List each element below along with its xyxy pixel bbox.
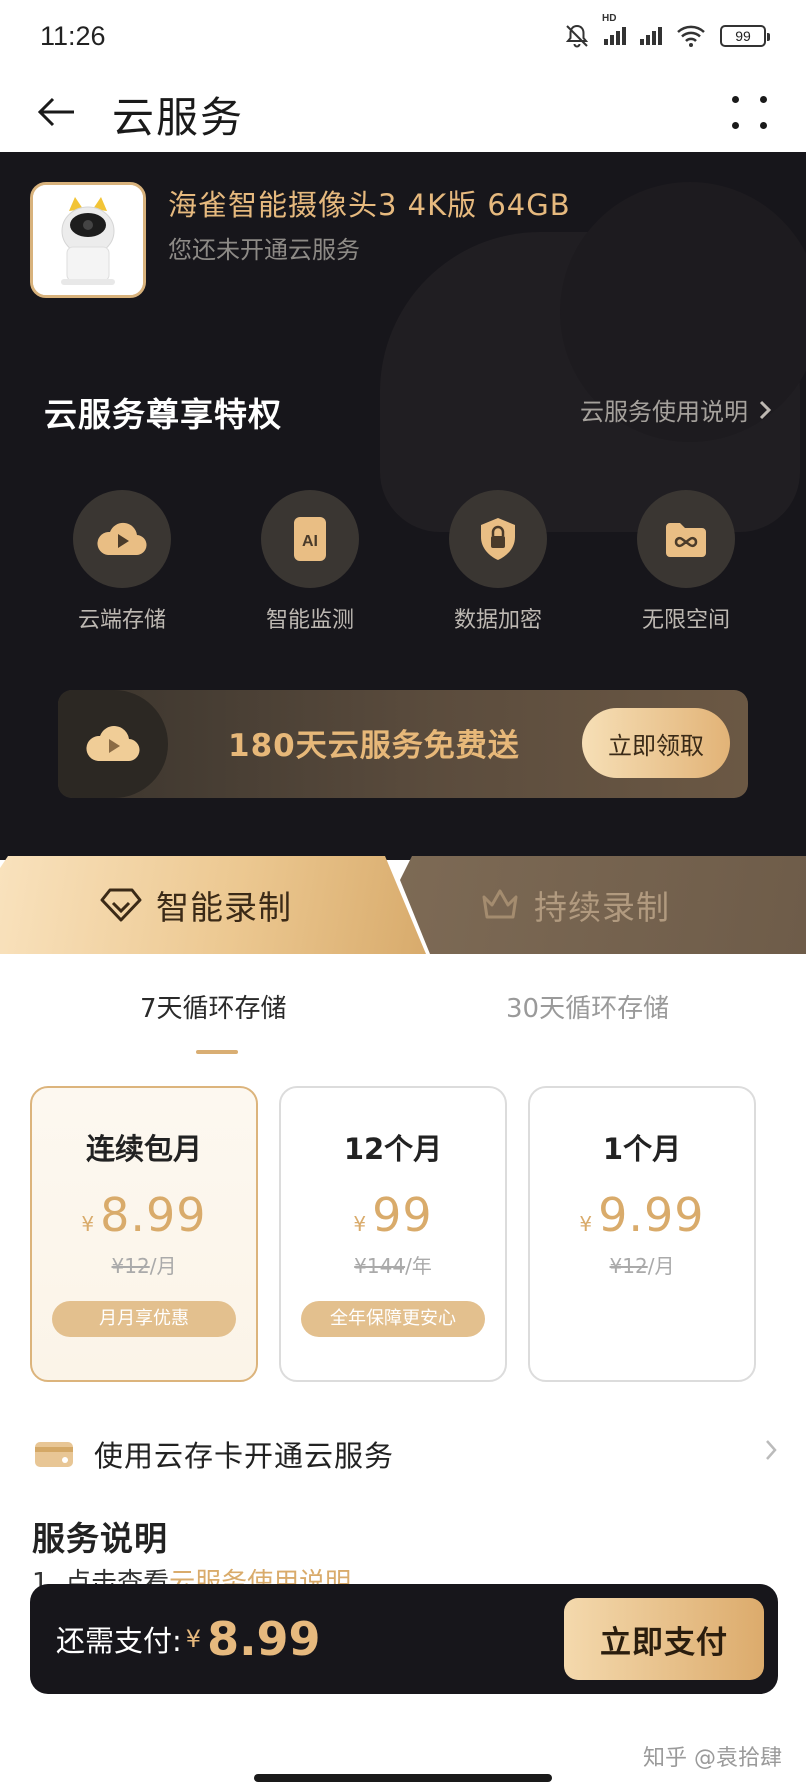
cloud-card-activation-row[interactable]: 使用云存卡开通云服务 xyxy=(34,1426,778,1482)
battery-icon: 99 xyxy=(720,25,770,47)
device-thumbnail xyxy=(30,182,146,298)
device-status: 您还未开通云服务 xyxy=(168,236,360,264)
payment-bar: 还需支付: ¥ 8.99 立即支付 xyxy=(30,1584,778,1694)
cloud-card-label: 使用云存卡开通云服务 xyxy=(94,1439,395,1473)
dot-icon xyxy=(760,96,767,103)
amount-due-label: 还需支付: xyxy=(56,1624,182,1658)
camera-image-icon xyxy=(33,185,143,295)
tab-30-day-storage[interactable]: 30天循环存储 xyxy=(506,988,669,1025)
svg-text:AI: AI xyxy=(302,533,318,550)
feature-smart-detect[interactable]: AI 智能监测 xyxy=(230,490,390,634)
usage-guide-link[interactable]: 云服务使用说明 xyxy=(580,392,772,427)
tab-7-day-storage[interactable]: 7天循环存储 xyxy=(140,988,287,1025)
feature-label: 数据加密 xyxy=(453,608,542,633)
hd-signal-icon: HD xyxy=(602,13,626,45)
ai-icon: AI xyxy=(294,517,326,561)
price-unit: /月 xyxy=(149,1254,177,1278)
diamond-icon xyxy=(100,888,142,922)
feature-icon-circle xyxy=(449,490,547,588)
price-value: 99 xyxy=(372,1188,433,1242)
plan-card-12-months[interactable]: 12个月 ¥ 99 ¥144/年 全年保障更安心 xyxy=(279,1086,507,1382)
watermark: 知乎 @袁拾肆 xyxy=(643,1746,782,1771)
tab-continuous-recording[interactable]: 持续录制 xyxy=(400,856,806,954)
original-price: ¥12/月 xyxy=(32,1250,256,1279)
feature-icon-circle xyxy=(73,490,171,588)
infinity-folder-icon xyxy=(666,523,706,557)
card-icon xyxy=(35,1442,73,1467)
dot-icon xyxy=(732,122,739,129)
device-name: 海雀智能摄像头3 4K版 64GB xyxy=(168,188,571,222)
free-trial-banner[interactable]: 180天云服务免费送 立即领取 xyxy=(58,690,748,798)
feature-icon-circle: AI xyxy=(261,490,359,588)
feature-data-encryption[interactable]: 数据加密 xyxy=(418,490,578,634)
plan-name: 12个月 xyxy=(343,1132,443,1166)
tab-smart-recording[interactable]: 智能录制 xyxy=(0,856,426,954)
active-tab-underline xyxy=(196,1050,238,1054)
dot-icon xyxy=(732,96,739,103)
plan-badge: 月月享优惠 xyxy=(52,1301,236,1337)
status-icons: HD 99 xyxy=(564,13,770,49)
plan-card-monthly-auto[interactable]: 连续包月 ¥ 8.99 ¥12/月 月月享优惠 xyxy=(30,1086,258,1382)
plan-name: 连续包月 xyxy=(85,1132,202,1166)
feature-label: 云端存储 xyxy=(77,608,166,633)
tab-label: 持续录制 xyxy=(534,888,670,927)
more-options-button[interactable] xyxy=(726,88,774,136)
usage-guide-label: 云服务使用说明 xyxy=(580,398,748,426)
plan-card-1-month[interactable]: 1个月 ¥ 9.99 ¥12/月 xyxy=(528,1086,756,1382)
plan-price: ¥ 8.99 xyxy=(32,1188,256,1242)
lock-shield-icon xyxy=(481,518,515,560)
app-header: 云服务 xyxy=(0,72,806,152)
price-value: 8.99 xyxy=(100,1188,207,1242)
original-price-value: ¥12 xyxy=(111,1254,150,1278)
price-unit: /年 xyxy=(405,1254,432,1278)
promo-text: 180天云服务免费送 xyxy=(228,728,520,764)
currency-symbol: ¥ xyxy=(81,1212,95,1236)
promo-icon-wrap xyxy=(58,690,168,798)
currency-symbol: ¥ xyxy=(353,1212,367,1236)
original-price: ¥12/月 xyxy=(530,1250,754,1279)
chevron-right-icon xyxy=(766,1440,777,1460)
service-hero: 海雀智能摄像头3 4K版 64GB 您还未开通云服务 云服务尊享特权 云服务使用… xyxy=(0,152,806,860)
arrow-left-icon xyxy=(37,97,74,127)
recording-type-tabs: 持续录制 智能录制 xyxy=(0,856,806,954)
privileges-title: 云服务尊享特权 xyxy=(44,395,282,434)
home-indicator[interactable] xyxy=(254,1774,552,1782)
cloud-play-icon xyxy=(86,726,140,762)
original-price-value: ¥12 xyxy=(609,1254,648,1278)
feature-icon-circle xyxy=(637,490,735,588)
tab-label: 智能录制 xyxy=(156,888,292,927)
price-value: 9.99 xyxy=(598,1188,705,1242)
plan-price: ¥ 9.99 xyxy=(530,1188,754,1242)
pay-now-button[interactable]: 立即支付 xyxy=(564,1598,764,1680)
wifi-icon xyxy=(677,25,705,47)
plan-price: ¥ 99 xyxy=(281,1188,505,1242)
hd-label: HD xyxy=(602,13,617,24)
back-button[interactable] xyxy=(32,88,80,136)
plan-badge: 全年保障更安心 xyxy=(301,1301,485,1337)
currency-symbol: ¥ xyxy=(579,1212,593,1236)
amount-due-value: 8.99 xyxy=(207,1612,321,1666)
page-title: 云服务 xyxy=(112,93,245,142)
feature-cloud-storage[interactable]: 云端存储 xyxy=(42,490,202,634)
price-unit: /月 xyxy=(647,1254,675,1278)
signal-icon xyxy=(640,27,662,45)
feature-unlimited-space[interactable]: 无限空间 xyxy=(606,490,766,634)
original-price-value: ¥144 xyxy=(354,1254,406,1278)
dot-icon xyxy=(760,122,767,129)
feature-label: 无限空间 xyxy=(641,608,730,633)
currency-symbol: ¥ xyxy=(185,1625,202,1653)
status-time: 11:26 xyxy=(40,20,106,51)
service-description-title: 服务说明 xyxy=(32,1519,168,1558)
crown-icon xyxy=(482,889,518,919)
original-price: ¥144/年 xyxy=(281,1250,505,1279)
feature-label: 智能监测 xyxy=(265,608,354,633)
cloud-play-icon xyxy=(97,522,147,556)
chevron-right-icon xyxy=(759,400,772,419)
plan-name: 1个月 xyxy=(602,1132,682,1166)
claim-now-button[interactable]: 立即领取 xyxy=(582,708,730,778)
mute-bell-icon xyxy=(565,24,589,48)
status-bar: 11:26 HD 99 xyxy=(0,0,806,72)
